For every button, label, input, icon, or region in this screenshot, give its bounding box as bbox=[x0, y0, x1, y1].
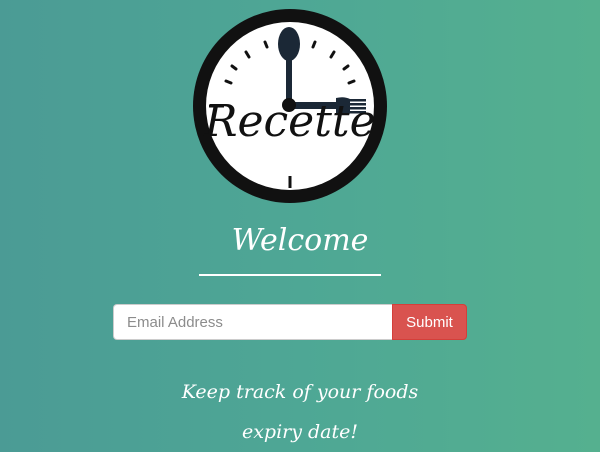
welcome-divider bbox=[199, 274, 381, 276]
tagline: Keep track of your foods expiry date! bbox=[130, 372, 470, 452]
tagline-line-2: expiry date! bbox=[241, 421, 359, 443]
email-input[interactable] bbox=[113, 304, 392, 340]
recette-clock-logo: Recette bbox=[188, 4, 392, 208]
tagline-line-1: Keep track of your foods bbox=[181, 381, 419, 403]
brand-name: Recette bbox=[204, 96, 376, 147]
submit-button[interactable]: Submit bbox=[392, 304, 467, 340]
email-signup-form: Submit bbox=[113, 304, 467, 340]
welcome-heading: Welcome bbox=[231, 223, 369, 258]
